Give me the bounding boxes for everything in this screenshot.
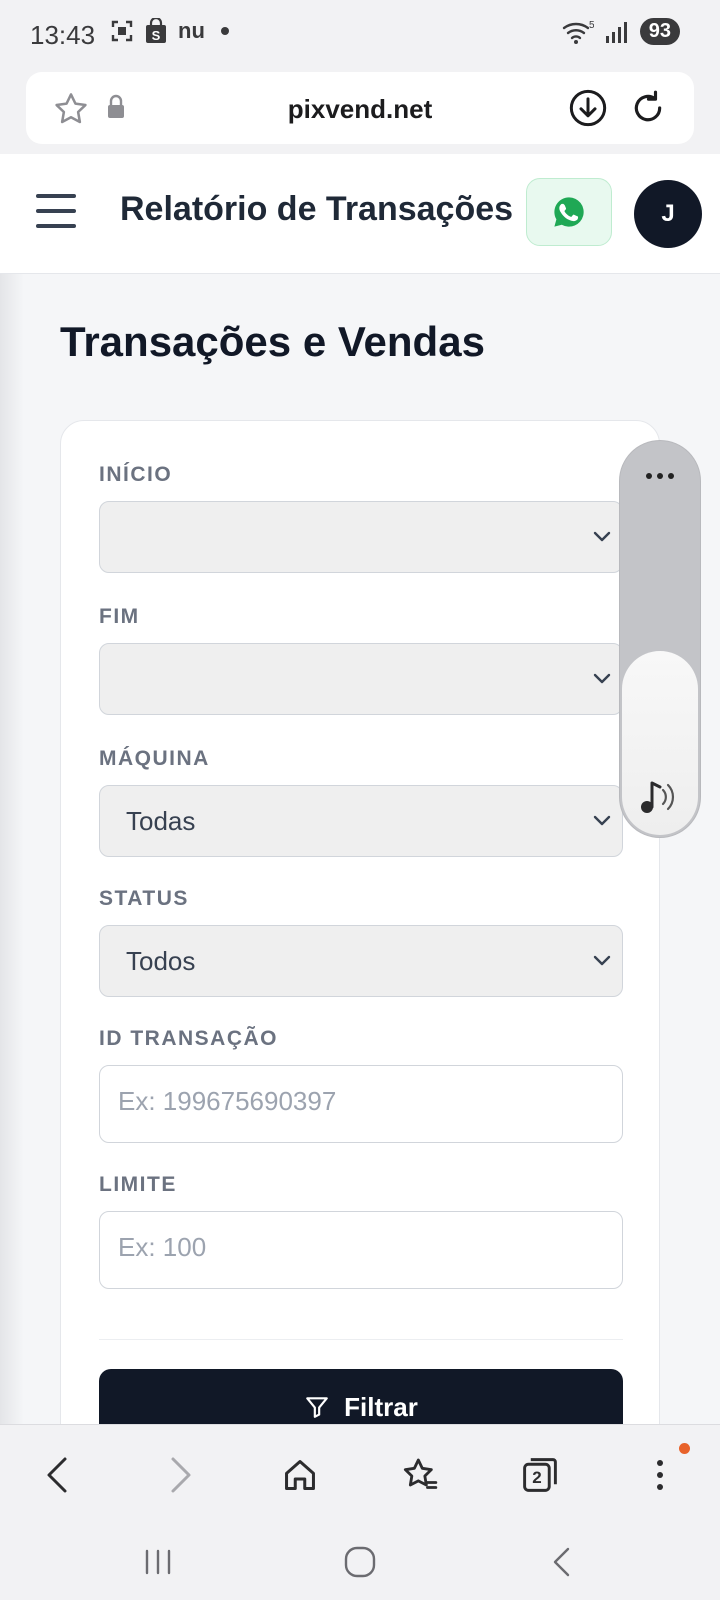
whatsapp-icon	[554, 197, 584, 227]
shopping-bag-icon: S	[144, 18, 168, 44]
end-date-label: FIM	[99, 605, 140, 628]
back-button[interactable]	[34, 1451, 82, 1499]
nubank-icon: nu	[178, 18, 205, 43]
back-chevron-icon	[553, 1547, 570, 1577]
start-date-label: INÍCIO	[99, 463, 173, 486]
chevron-down-icon	[593, 531, 611, 542]
user-avatar[interactable]: J	[634, 180, 702, 248]
transaction-id-field	[99, 1065, 623, 1143]
bookmarks-button[interactable]	[396, 1451, 444, 1499]
machine-select[interactable]: Todas	[99, 785, 623, 857]
more-notifications-dot	[220, 27, 229, 35]
divider	[99, 1339, 623, 1340]
browser-url-area: pixvend.net	[0, 68, 720, 154]
browser-toolbar: 2	[0, 1424, 720, 1524]
recent-apps-icon	[145, 1549, 171, 1575]
svg-text:S: S	[152, 28, 161, 43]
wifi-icon: 5	[562, 20, 594, 44]
menu-icon[interactable]	[36, 194, 76, 228]
forward-button[interactable]	[156, 1451, 204, 1499]
status-notification-icons: S nu	[110, 18, 229, 44]
limit-label: LIMITE	[99, 1173, 177, 1196]
chevron-down-icon	[593, 673, 611, 684]
screenshot-icon	[110, 18, 134, 44]
bookmarks-star-icon	[403, 1458, 438, 1489]
signal-icon	[605, 21, 627, 43]
notification-dot	[679, 1443, 690, 1454]
home-button[interactable]	[276, 1451, 324, 1499]
machine-label: MÁQUINA	[99, 747, 210, 770]
address-bar[interactable]: pixvend.net	[26, 72, 694, 144]
more-options-icon[interactable]	[620, 473, 700, 479]
tab-count: 2	[532, 1468, 542, 1487]
kebab-menu-icon	[657, 1460, 663, 1490]
recent-apps-button[interactable]	[134, 1538, 182, 1586]
transaction-id-label: ID TRANSAÇÃO	[99, 1027, 278, 1050]
back-arrow-icon	[47, 1457, 67, 1493]
forward-arrow-icon	[171, 1457, 191, 1493]
system-navigation-bar	[0, 1524, 720, 1600]
drawer-edge-shadow	[0, 274, 24, 1424]
limit-field	[99, 1211, 623, 1289]
chevron-down-icon	[593, 955, 611, 966]
clock: 13:43	[30, 20, 96, 50]
filter-card: INÍCIO FIM MÁQUINA Todas STATUS Todos ID…	[60, 420, 660, 1424]
end-date-select[interactable]	[99, 643, 623, 715]
transaction-id-input[interactable]	[118, 1086, 598, 1117]
status-value: Todos	[126, 946, 196, 976]
volume-slider[interactable]	[620, 441, 700, 837]
battery-indicator: 93	[639, 18, 680, 45]
status-label: STATUS	[99, 887, 189, 910]
filter-icon	[306, 1397, 328, 1418]
status-bar: 13:43 S nu 5 93	[0, 0, 720, 68]
reload-icon[interactable]	[628, 88, 668, 133]
page-title: Transações e Vendas	[60, 318, 485, 365]
machine-value: Todas	[126, 806, 196, 836]
chevron-down-icon	[593, 815, 611, 826]
header-title: Relatório de Transações	[120, 190, 514, 228]
filter-button-label: Filtrar	[344, 1391, 418, 1422]
filter-button[interactable]: Filtrar	[99, 1369, 623, 1424]
media-volume-icon	[641, 781, 675, 813]
download-icon[interactable]	[568, 88, 608, 133]
status-select[interactable]: Todos	[99, 925, 623, 997]
status-system-icons: 5 93	[562, 18, 680, 45]
start-date-select[interactable]	[99, 501, 623, 573]
whatsapp-button[interactable]	[526, 178, 612, 246]
home-circle-icon	[344, 1546, 376, 1578]
limit-input[interactable]	[118, 1232, 598, 1263]
home-nav-button[interactable]	[336, 1538, 384, 1586]
main-content: Transações e Vendas INÍCIO FIM MÁQUINA T…	[0, 274, 720, 1424]
app-header: Relatório de Transações J	[0, 154, 720, 274]
more-menu-button[interactable]	[636, 1451, 684, 1499]
back-nav-button[interactable]	[538, 1538, 586, 1586]
svg-text:5: 5	[589, 20, 594, 31]
home-icon	[285, 1460, 315, 1490]
